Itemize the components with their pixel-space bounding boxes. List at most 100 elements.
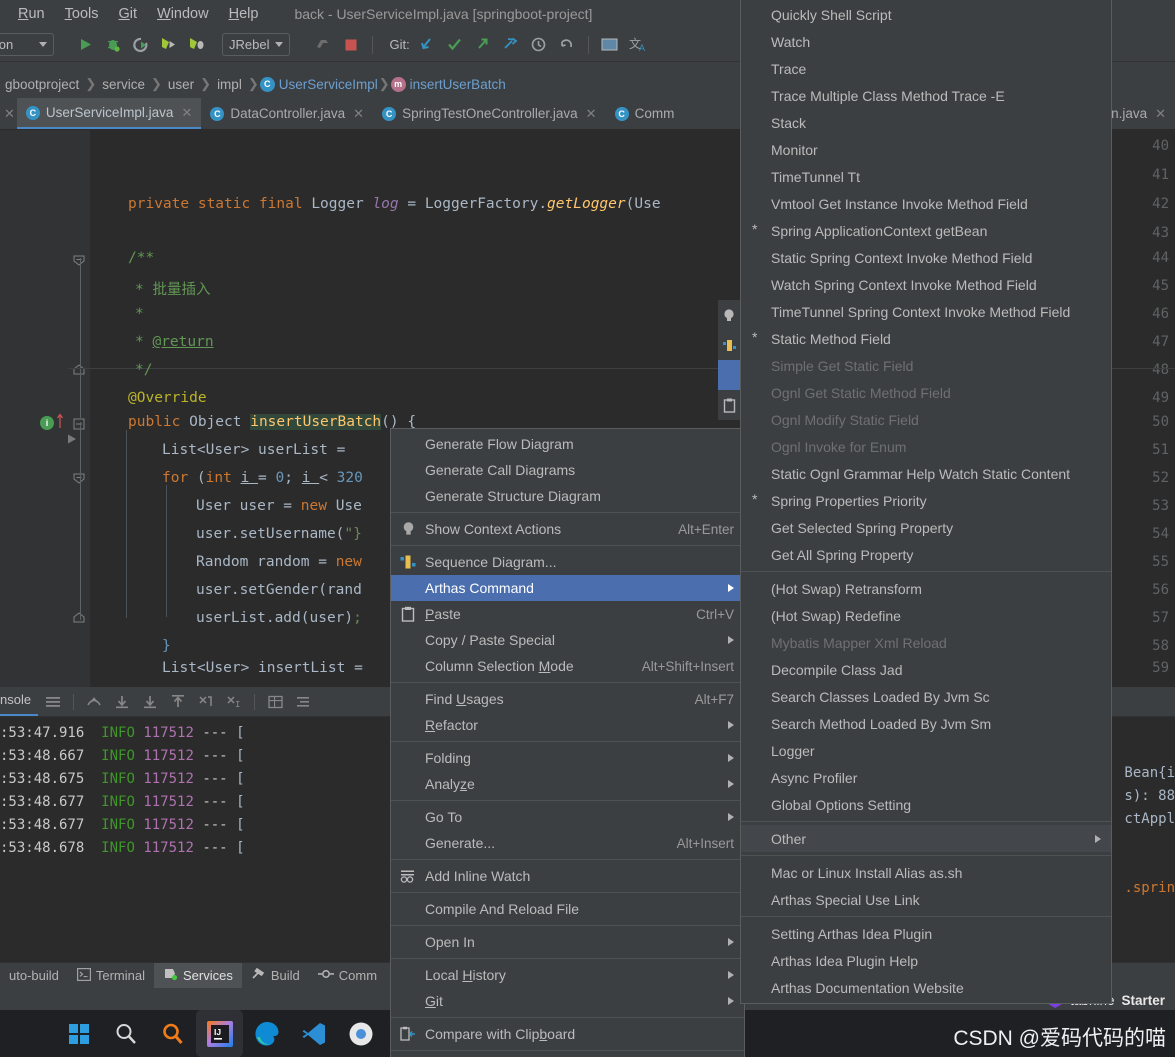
fold-marker-comment[interactable] [73, 254, 85, 272]
run-icon[interactable] [74, 34, 96, 56]
breadcrumb-item-2[interactable]: user [163, 77, 199, 92]
menu-git[interactable]: Git [108, 4, 147, 24]
folder-icon[interactable] [599, 34, 621, 56]
toolwindow-commit[interactable]: Comm [309, 963, 386, 989]
chrome-icon[interactable] [337, 1010, 384, 1057]
submenu-item-arthas-idea-plugin-help[interactable]: Arthas Idea Plugin Help [741, 947, 1111, 974]
submenu-item-spring-applicationcontext-getbean[interactable]: Spring ApplicationContext getBean [741, 217, 1111, 244]
tab-njava[interactable]: n.java ✕ [1102, 98, 1175, 129]
submenu-item-vmtool-get-instance[interactable]: Vmtool Get Instance Invoke Method Field [741, 190, 1111, 217]
editor-fold-gutter[interactable] [68, 130, 90, 687]
tab-userserviceimpl[interactable]: C UserServiceImpl.java ✕ [16, 98, 202, 129]
submenu-item-trace[interactable]: Trace [741, 55, 1111, 82]
debug-icon[interactable] [102, 34, 124, 56]
submenu-item-get-selected-spring-property[interactable]: Get Selected Spring Property [741, 514, 1111, 541]
run-to-cursor-icon[interactable] [193, 690, 219, 714]
menu-item-compare-with-clipboard[interactable]: Compare with Clipboard [391, 1021, 744, 1047]
breadcrumb-item-3[interactable]: impl [212, 77, 247, 92]
menu-help[interactable]: Help [219, 4, 269, 24]
menu-item-compile-and-reload-file[interactable]: Compile And Reload File [391, 896, 744, 922]
submenu-item-trace-multiple-class[interactable]: Trace Multiple Class Method Trace -E [741, 82, 1111, 109]
git-commit-icon[interactable] [444, 34, 466, 56]
menu-item-local-history[interactable]: Local History [391, 962, 744, 988]
windows-search-icon[interactable] [102, 1010, 149, 1057]
run-with-coverage-icon[interactable] [130, 34, 152, 56]
step-up-icon[interactable] [165, 690, 191, 714]
arthas-command-indicator[interactable] [718, 360, 740, 390]
run-configuration-selector[interactable]: ation [0, 33, 54, 56]
windows-start-icon[interactable] [55, 1010, 102, 1057]
toolwindow-build[interactable]: Build [242, 963, 309, 989]
submenu-item-global-options-setting[interactable]: Global Options Setting [741, 791, 1111, 818]
submenu-item-async-profiler[interactable]: Async Profiler [741, 764, 1111, 791]
jrebel-debug-icon[interactable] [186, 34, 208, 56]
history-icon[interactable] [528, 34, 550, 56]
everything-search-icon[interactable] [149, 1010, 196, 1057]
step-out-icon[interactable] [81, 690, 107, 714]
soft-wrap-icon[interactable] [290, 690, 316, 714]
submenu-item-logger[interactable]: Logger [741, 737, 1111, 764]
menu-item-generate-call-diagrams[interactable]: Generate Call Diagrams [391, 457, 744, 483]
submenu-item-decompile-class-jad[interactable]: Decompile Class Jad [741, 656, 1111, 683]
submenu-item-mac-linux-install-alias[interactable]: Mac or Linux Install Alias as.sh [741, 859, 1111, 886]
submenu-item-watch[interactable]: Watch [741, 28, 1111, 55]
clipboard-icon[interactable] [718, 390, 740, 420]
submenu-item-get-all-spring-property[interactable]: Get All Spring Property [741, 541, 1111, 568]
menu-item-paste[interactable]: Paste Ctrl+V [391, 601, 744, 627]
build-icon[interactable] [312, 34, 334, 56]
breadcrumb-item-4[interactable]: C UserServiceImpl [259, 76, 378, 92]
close-icon[interactable]: ✕ [353, 106, 364, 122]
menu-item-column-selection-mode[interactable]: Column Selection Mode Alt+Shift+Insert [391, 653, 744, 679]
toolwindow-autobuild[interactable]: uto-build [0, 963, 68, 989]
menu-item-show-context-actions[interactable]: Show Context Actions Alt+Enter [391, 516, 744, 542]
menu-item-sequence-diagram[interactable]: Sequence Diagram... [391, 549, 744, 575]
menu-item-folding[interactable]: Folding [391, 745, 744, 771]
menu-item-copy-paste-special[interactable]: Copy / Paste Special [391, 627, 744, 653]
menu-item-find-usages[interactable]: Find Usages Alt+F7 [391, 686, 744, 712]
submenu-item-monitor[interactable]: Monitor [741, 136, 1111, 163]
tab-springtestonecontroller[interactable]: C SpringTestOneController.java ✕ [373, 98, 606, 129]
menu-item-git[interactable]: Git [391, 988, 744, 1014]
menu-item-generate-structure-diagram[interactable]: Generate Structure Diagram [391, 483, 744, 509]
menu-item-open-in[interactable]: Open In [391, 929, 744, 955]
tab-comm[interactable]: C Comm [606, 98, 684, 129]
submenu-item-search-method-loaded-sm[interactable]: Search Method Loaded By Jvm Sm [741, 710, 1111, 737]
jrebel-selector[interactable]: JRebel [222, 33, 291, 56]
submenu-item-watch-spring-context-invoke[interactable]: Watch Spring Context Invoke Method Field [741, 271, 1111, 298]
submenu-item-other[interactable]: Other [741, 825, 1111, 852]
fold-marker-comment-end[interactable] [73, 362, 85, 380]
breadcrumb-item-1[interactable]: service [97, 77, 150, 92]
stop-icon[interactable] [340, 34, 362, 56]
table-icon[interactable] [262, 690, 288, 714]
fold-marker-for-end[interactable] [73, 610, 85, 628]
menu-item-generate-flow-diagram[interactable]: Generate Flow Diagram [391, 431, 744, 457]
toolwindow-services[interactable]: Services [154, 962, 242, 989]
submenu-item-search-classes-loaded-sc[interactable]: Search Classes Loaded By Jvm Sc [741, 683, 1111, 710]
submenu-item-hotswap-retransform[interactable]: (Hot Swap) Retransform [741, 575, 1111, 602]
vscode-icon[interactable] [290, 1010, 337, 1057]
breadcrumb-item-5[interactable]: m insertUserBatch [390, 76, 506, 92]
fold-marker-method[interactable] [73, 417, 85, 435]
menu-item-generate[interactable]: Generate... Alt+Insert [391, 830, 744, 856]
toolwindow-terminal[interactable]: Terminal [68, 963, 154, 989]
menu-item-arthas-command[interactable]: Arthas Command [391, 575, 744, 601]
git-rebase-icon[interactable] [500, 34, 522, 56]
submenu-item-static-method-field[interactable]: Static Method Field [741, 325, 1111, 352]
translate-icon[interactable]: 文A [627, 34, 649, 56]
close-icon[interactable]: ✕ [1155, 106, 1166, 122]
step-into-icon[interactable] [109, 690, 135, 714]
submenu-item-hotswap-redefine[interactable]: (Hot Swap) Redefine [741, 602, 1111, 629]
menu-item-go-to[interactable]: Go To [391, 804, 744, 830]
submenu-item-timetunnel-spring-context-invoke[interactable]: TimeTunnel Spring Context Invoke Method … [741, 298, 1111, 325]
microsoft-edge-icon[interactable] [243, 1010, 290, 1057]
override-gutter-icon[interactable]: i [40, 416, 54, 430]
submenu-item-arthas-documentation-website[interactable]: Arthas Documentation Website [741, 974, 1111, 1001]
tab-datacontroller[interactable]: C DataController.java ✕ [201, 98, 373, 129]
lightbulb-icon[interactable] [718, 300, 740, 330]
menu-window[interactable]: Window [147, 4, 219, 24]
rollback-icon[interactable] [556, 34, 578, 56]
console-tab[interactable]: nsole [0, 687, 39, 716]
submenu-item-arthas-special-use-link[interactable]: Arthas Special Use Link [741, 886, 1111, 913]
submenu-item-static-spring-context-invoke[interactable]: Static Spring Context Invoke Method Fiel… [741, 244, 1111, 271]
sequence-diagram-icon[interactable] [718, 330, 740, 360]
